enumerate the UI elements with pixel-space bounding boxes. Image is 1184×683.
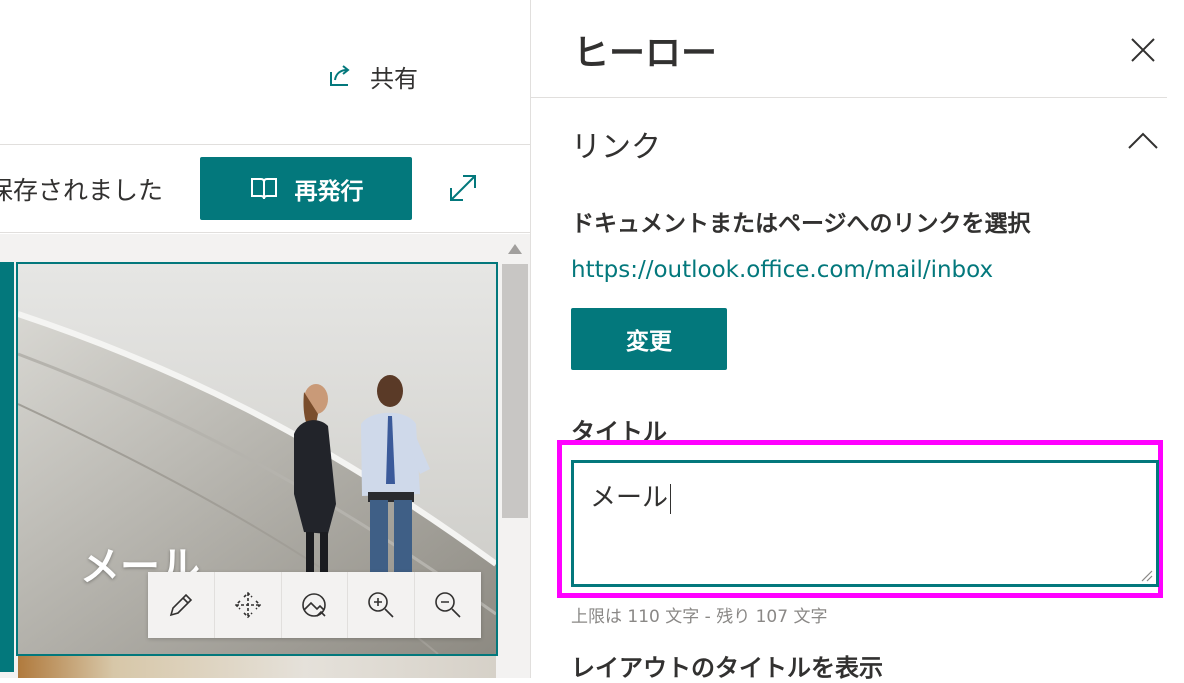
- triangle-up-icon: [508, 244, 522, 254]
- republish-label: 再発行: [294, 178, 364, 205]
- share-button[interactable]: 共有: [326, 56, 418, 96]
- image-toolbar: [148, 572, 481, 638]
- pane-divider: [531, 97, 1167, 98]
- link-select-label: ドキュメントまたはページへのリンクを選択: [571, 211, 1031, 237]
- expand-button[interactable]: [445, 170, 481, 206]
- share-label: 共有: [370, 64, 418, 93]
- change-link-button[interactable]: 変更: [571, 308, 727, 370]
- close-icon: [1131, 38, 1155, 62]
- expand-icon: [450, 175, 476, 201]
- zoom-out-icon: [435, 592, 461, 618]
- char-counter: 上限は 110 文字 - 残り 107 文字: [571, 607, 828, 627]
- header-divider: [0, 144, 530, 145]
- section-link-title: リンク: [571, 130, 661, 165]
- zoom-out-button[interactable]: [415, 572, 481, 638]
- hero-tile-next[interactable]: [18, 656, 496, 678]
- page-editor: 共有 保存されました 再発行 メール: [0, 0, 530, 678]
- property-pane: ヒーロー リンク ドキュメントまたはページへのリンクを選択 https://ou…: [530, 0, 1184, 682]
- move-icon: [234, 591, 261, 619]
- resize-grip-icon[interactable]: [1137, 566, 1153, 582]
- move-image-button[interactable]: [215, 572, 282, 638]
- saved-status: 保存されました: [0, 176, 164, 205]
- share-icon: [330, 65, 350, 86]
- republish-button[interactable]: 再発行: [200, 157, 412, 220]
- book-icon: [250, 177, 277, 199]
- zoom-in-button[interactable]: [348, 572, 416, 638]
- collapse-section-button[interactable]: [1123, 124, 1163, 154]
- edit-icon: [169, 593, 193, 617]
- focal-point-button[interactable]: [282, 572, 349, 638]
- focal-point-icon: [302, 593, 327, 617]
- close-pane-button[interactable]: [1123, 30, 1163, 70]
- link-url[interactable]: https://outlook.office.com/mail/inbox: [571, 257, 993, 283]
- title-input[interactable]: メール: [571, 460, 1159, 587]
- pane-title: ヒーロー: [573, 33, 718, 74]
- toolbar-divider: [0, 232, 530, 233]
- zoom-in-icon: [368, 592, 394, 618]
- scroll-thumb[interactable]: [502, 264, 528, 518]
- title-input-value: メール: [590, 483, 669, 513]
- canvas-scrollbar[interactable]: [500, 234, 530, 678]
- edit-image-button[interactable]: [148, 572, 215, 638]
- hero-tile-left[interactable]: [0, 262, 14, 672]
- scroll-up-button[interactable]: [500, 234, 530, 264]
- text-caret: [670, 483, 672, 514]
- chevron-up-icon: [1128, 132, 1158, 149]
